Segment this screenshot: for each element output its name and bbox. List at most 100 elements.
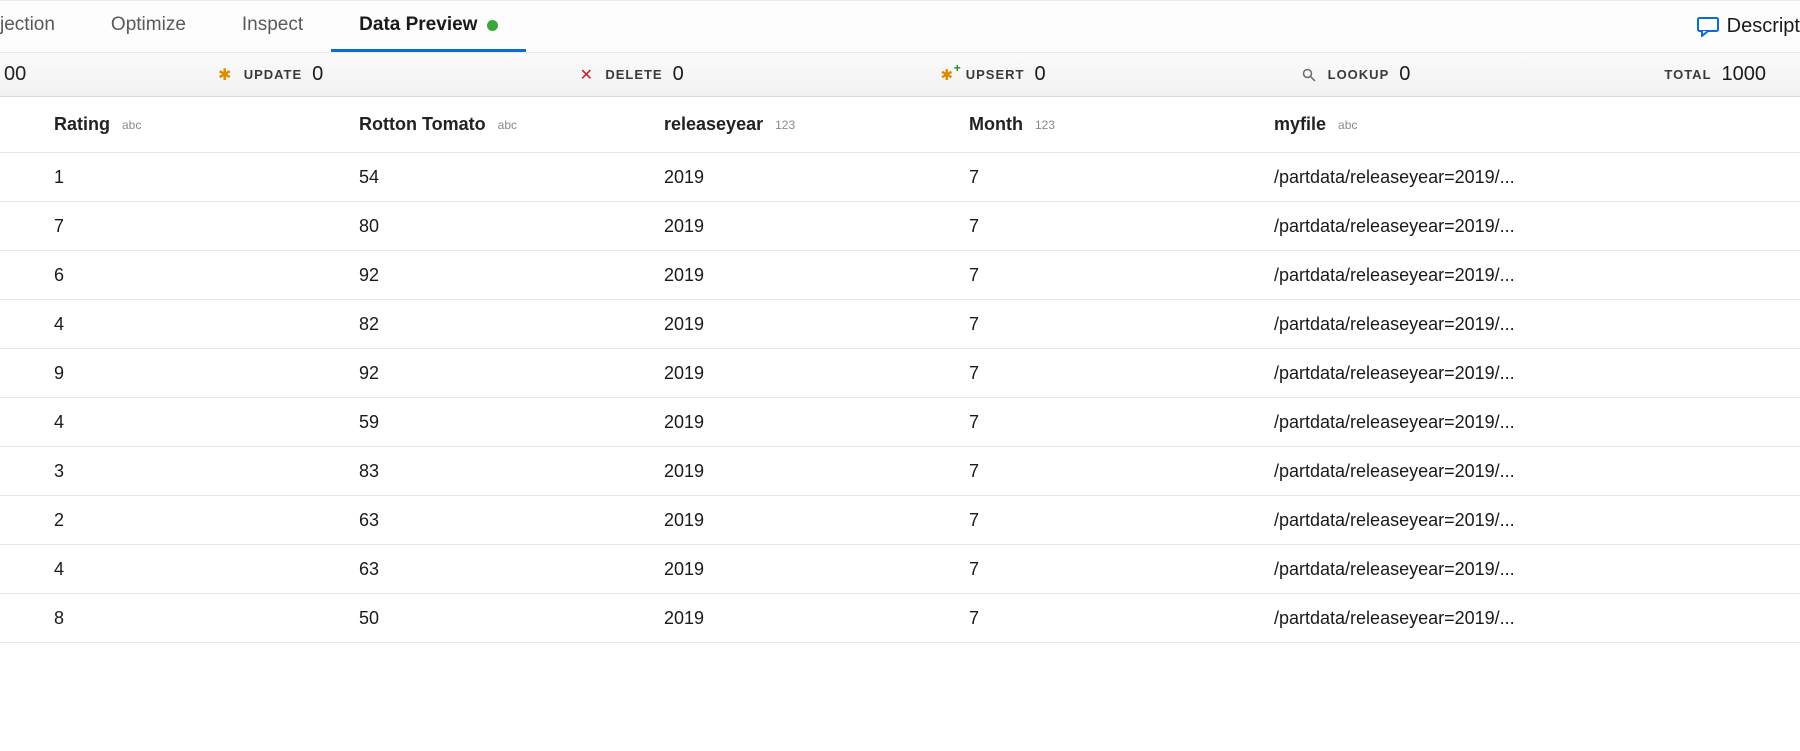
column-header-myfile[interactable]: myfile abc xyxy=(1274,114,1560,135)
table-row[interactable]: 15420197/partdata/releaseyear=2019/... xyxy=(0,153,1800,202)
table-cell: 8 xyxy=(54,608,359,629)
column-name: Rating xyxy=(54,114,110,135)
table-cell: 63 xyxy=(359,510,664,531)
table-body: 15420197/partdata/releaseyear=2019/...78… xyxy=(0,153,1800,643)
stat-value: 0 xyxy=(673,63,684,86)
table-cell: 2019 xyxy=(664,216,969,237)
column-type: abc xyxy=(1338,118,1357,132)
stats-left-edge-value: 00 xyxy=(0,63,34,86)
table-cell: 4 xyxy=(54,412,359,433)
x-icon: ✕ xyxy=(577,65,595,85)
stat-label: LOOKUP xyxy=(1328,67,1390,82)
table-cell: 59 xyxy=(359,412,664,433)
table-row[interactable]: 46320197/partdata/releaseyear=2019/... xyxy=(0,545,1800,594)
table-cell: /partdata/releaseyear=2019/... xyxy=(1274,314,1560,335)
stat-upsert: ✱ + UPSERT 0 xyxy=(938,63,1046,86)
table-cell: 2 xyxy=(54,510,359,531)
column-header-rotton-tomato[interactable]: Rotton Tomato abc xyxy=(359,114,664,135)
table-cell: 92 xyxy=(359,363,664,384)
table-cell: 92 xyxy=(359,265,664,286)
table-cell: 82 xyxy=(359,314,664,335)
table-cell: /partdata/releaseyear=2019/... xyxy=(1274,167,1560,188)
table-row[interactable]: 99220197/partdata/releaseyear=2019/... xyxy=(0,349,1800,398)
table-cell: 63 xyxy=(359,559,664,580)
stat-value: 0 xyxy=(312,63,323,86)
table-cell: 2019 xyxy=(664,608,969,629)
table-cell: /partdata/releaseyear=2019/... xyxy=(1274,461,1560,482)
table-row[interactable]: 69220197/partdata/releaseyear=2019/... xyxy=(0,251,1800,300)
table-header-row: Rating abc Rotton Tomato abc releaseyear… xyxy=(0,97,1800,153)
table-cell: 54 xyxy=(359,167,664,188)
table-row[interactable]: 26320197/partdata/releaseyear=2019/... xyxy=(0,496,1800,545)
search-icon xyxy=(1300,68,1318,82)
table-row[interactable]: 78020197/partdata/releaseyear=2019/... xyxy=(0,202,1800,251)
stat-update: ✱ UPDATE 0 xyxy=(216,63,324,86)
descript-label: Descript xyxy=(1727,15,1800,38)
table-cell: 9 xyxy=(54,363,359,384)
stat-label: DELETE xyxy=(605,67,662,82)
table-row[interactable]: 48220197/partdata/releaseyear=2019/... xyxy=(0,300,1800,349)
descript-button[interactable]: Descript xyxy=(1697,15,1800,38)
table-cell: 83 xyxy=(359,461,664,482)
table-cell: /partdata/releaseyear=2019/... xyxy=(1274,510,1560,531)
column-name: myfile xyxy=(1274,114,1326,135)
table-cell: 7 xyxy=(969,167,1274,188)
tab-data-preview[interactable]: Data Preview xyxy=(331,1,526,52)
tab-optimize[interactable]: Optimize xyxy=(83,1,214,52)
table-cell: /partdata/releaseyear=2019/... xyxy=(1274,608,1560,629)
table-cell: 2019 xyxy=(664,559,969,580)
table-cell: 7 xyxy=(969,461,1274,482)
stat-lookup: LOOKUP 0 xyxy=(1300,63,1411,86)
table-cell: /partdata/releaseyear=2019/... xyxy=(1274,363,1560,384)
stat-total: TOTAL 1000 xyxy=(1664,63,1766,86)
data-grid: Rating abc Rotton Tomato abc releaseyear… xyxy=(0,97,1800,643)
table-cell: 7 xyxy=(54,216,359,237)
table-row[interactable]: 45920197/partdata/releaseyear=2019/... xyxy=(0,398,1800,447)
stat-label: UPSERT xyxy=(966,67,1025,82)
status-dot-icon xyxy=(487,20,498,31)
tab-inspect[interactable]: Inspect xyxy=(214,1,331,52)
asterisk-plus-icon: ✱ + xyxy=(938,66,956,84)
tab-label: Data Preview xyxy=(359,14,477,36)
column-header-month[interactable]: Month 123 xyxy=(969,114,1274,135)
stat-value: 1000 xyxy=(1722,63,1767,86)
table-cell: 2019 xyxy=(664,363,969,384)
column-type: abc xyxy=(498,118,517,132)
table-cell: 7 xyxy=(969,510,1274,531)
tab-bar: jection Optimize Inspect Data Preview De… xyxy=(0,1,1800,53)
table-cell: 2019 xyxy=(664,265,969,286)
asterisk-icon: ✱ xyxy=(216,65,234,85)
tab-projection[interactable]: jection xyxy=(0,1,83,52)
table-cell: 2019 xyxy=(664,167,969,188)
tab-label: Optimize xyxy=(111,14,186,36)
table-cell: 7 xyxy=(969,314,1274,335)
stat-value: 0 xyxy=(1399,63,1410,86)
column-name: releaseyear xyxy=(664,114,763,135)
table-cell: 2019 xyxy=(664,510,969,531)
comment-icon xyxy=(1697,17,1719,37)
table-cell: 2019 xyxy=(664,461,969,482)
column-header-rating[interactable]: Rating abc xyxy=(54,114,359,135)
stat-label: UPDATE xyxy=(244,67,302,82)
table-cell: 7 xyxy=(969,559,1274,580)
column-type: 123 xyxy=(775,118,795,132)
table-cell: /partdata/releaseyear=2019/... xyxy=(1274,265,1560,286)
table-cell: 6 xyxy=(54,265,359,286)
table-cell: 7 xyxy=(969,265,1274,286)
table-cell: 7 xyxy=(969,608,1274,629)
table-cell: /partdata/releaseyear=2019/... xyxy=(1274,412,1560,433)
column-type: abc xyxy=(122,118,141,132)
table-cell: 4 xyxy=(54,559,359,580)
tab-label: jection xyxy=(0,14,55,36)
table-row[interactable]: 85020197/partdata/releaseyear=2019/... xyxy=(0,594,1800,643)
table-cell: 7 xyxy=(969,216,1274,237)
stat-delete: ✕ DELETE 0 xyxy=(577,63,683,86)
table-cell: /partdata/releaseyear=2019/... xyxy=(1274,216,1560,237)
stat-value: 0 xyxy=(1034,63,1045,86)
column-header-releaseyear[interactable]: releaseyear 123 xyxy=(664,114,969,135)
table-cell: /partdata/releaseyear=2019/... xyxy=(1274,559,1560,580)
table-cell: 80 xyxy=(359,216,664,237)
table-row[interactable]: 38320197/partdata/releaseyear=2019/... xyxy=(0,447,1800,496)
stats-bar: 00 ✱ UPDATE 0 ✕ DELETE 0 ✱ + UPSERT 0 LO… xyxy=(0,53,1800,97)
table-cell: 3 xyxy=(54,461,359,482)
